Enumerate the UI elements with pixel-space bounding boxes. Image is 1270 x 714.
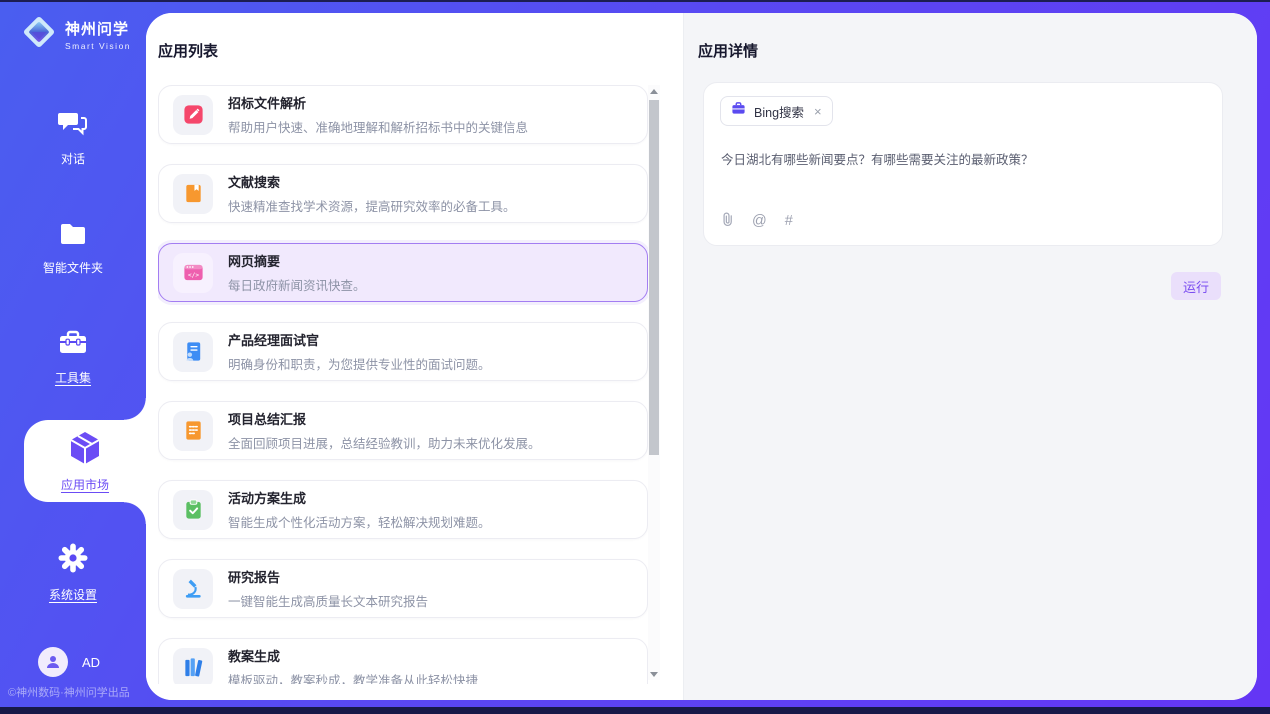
briefcase-icon (731, 101, 746, 121)
app-card-title: 项目总结汇报 (228, 409, 541, 428)
app-card-pm-interviewer[interactable]: 产品经理面试官 明确身份和职责，为您提供专业性的面试问题。 (158, 322, 648, 381)
app-card-literature-search[interactable]: 文献搜索 快速精准查找学术资源，提高研究效率的必备工具。 (158, 164, 648, 223)
diamond-logo-icon (20, 13, 58, 56)
avatar[interactable] (38, 647, 68, 677)
sidebar: 神州问学 Smart Vision 对话 智能文件夹 (0, 0, 146, 714)
sidebar-item-label: 系统设置 (49, 586, 97, 603)
window-top-edge (0, 0, 1270, 2)
app-card-description: 每日政府新闻资讯快查。 (228, 275, 366, 294)
app-card-title: 网页摘要 (228, 251, 366, 270)
app-card-title: 招标文件解析 (228, 93, 528, 112)
svg-text:</>: </> (187, 272, 198, 279)
app-card-project-summary[interactable]: 项目总结汇报 全面回顾项目进展，总结经验教训，助力未来优化发展。 (158, 401, 648, 460)
app-card-description: 明确身份和职责，为您提供专业性的面试问题。 (228, 354, 491, 373)
toolbox-icon (58, 330, 88, 361)
app-card-title: 产品经理面试官 (228, 330, 491, 349)
cube-icon (68, 430, 102, 471)
books-icon (173, 648, 213, 685)
user-initials: AD (82, 655, 100, 670)
tool-tag-bing-search[interactable]: Bing搜索 × (720, 96, 833, 126)
sidebar-item-system-settings[interactable]: 系统设置 (0, 543, 146, 603)
app-card-bid-document-parsing[interactable]: 招标文件解析 帮助用户快速、准确地理解和解析招标书中的关键信息 (158, 85, 648, 144)
chat-icon (58, 110, 88, 142)
sidebar-item-smart-folder[interactable]: 智能文件夹 (0, 222, 146, 276)
brand-title: 神州问学 (65, 18, 131, 39)
prompt-input-card[interactable]: Bing搜索 × 今日湖北有哪些新闻要点？有哪些需要关注的最新政策？ @ # (703, 82, 1223, 246)
sidebar-item-app-market-active[interactable]: 应用市场 (24, 420, 146, 502)
app-card-web-summary-selected[interactable]: </> 网页摘要 每日政府新闻资讯快查。 (158, 243, 648, 302)
app-card-description: 全面回顾项目进展，总结经验教训，助力未来优化发展。 (228, 433, 541, 452)
app-card-lesson-plan[interactable]: 教案生成 模板驱动，教案秒成，教学准备从此轻松快捷 (158, 638, 648, 684)
person-icon (45, 654, 61, 670)
browser-code-icon: </> (173, 253, 213, 293)
edit-document-icon (173, 95, 213, 135)
app-card-title: 研究报告 (228, 567, 428, 586)
folder-icon (59, 222, 87, 251)
app-card-description: 帮助用户快速、准确地理解和解析招标书中的关键信息 (228, 117, 528, 136)
app-card-description: 模板驱动，教案秒成，教学准备从此轻松快捷 (228, 670, 478, 684)
app-card-title: 活动方案生成 (228, 488, 491, 507)
user-account[interactable]: AD (38, 647, 100, 677)
triangle-up-icon (650, 89, 658, 94)
sidebar-item-label: 工具集 (55, 369, 91, 386)
sidebar-item-label: 对话 (61, 150, 85, 167)
prompt-text[interactable]: 今日湖北有哪些新闻要点？有哪些需要关注的最新政策？ (721, 149, 1201, 168)
copyright-text: ©神州数码·神州问学出品 (8, 684, 130, 700)
app-card-description: 快速精准查找学术资源，提高研究效率的必备工具。 (228, 196, 516, 215)
brand-subtitle: Smart Vision (65, 41, 131, 51)
run-button[interactable]: 运行 (1171, 272, 1221, 300)
clipboard-check-icon (173, 490, 213, 530)
app-detail-panel: 应用详情 Bing搜索 × 今日湖北有哪些新闻要点？有哪些需要关注的最新政策？ (683, 13, 1257, 700)
app-list-panel: 应用列表 招标文件解析 帮助用户快速、准确地理解和解析招标书中的关键信息 (146, 13, 683, 700)
app-detail-title: 应用详情 (698, 40, 758, 61)
sidebar-item-label: 智能文件夹 (43, 259, 103, 276)
interviewer-document-icon (173, 332, 213, 372)
main-container: 应用列表 招标文件解析 帮助用户快速、准确地理解和解析招标书中的关键信息 (146, 13, 1257, 700)
sidebar-item-toolset[interactable]: 工具集 (0, 330, 146, 386)
app-card-title: 文献搜索 (228, 172, 516, 191)
attachment-toolbar: @ # (721, 211, 793, 231)
scrollbar-thumb[interactable] (649, 100, 659, 455)
report-document-icon (173, 411, 213, 451)
app-card-description: 智能生成个性化活动方案，轻松解决规划难题。 (228, 512, 491, 531)
gear-icon (58, 543, 88, 578)
hash-icon[interactable]: # (785, 213, 793, 229)
microscope-icon (173, 569, 213, 609)
book-icon (173, 174, 213, 214)
scroll-up-button[interactable] (648, 85, 660, 97)
paperclip-icon[interactable] (721, 211, 734, 231)
brand-logo: 神州问学 Smart Vision (20, 13, 131, 56)
brand-text: 神州问学 Smart Vision (65, 18, 131, 51)
sidebar-item-chat[interactable]: 对话 (0, 110, 146, 167)
app-card-event-plan[interactable]: 活动方案生成 智能生成个性化活动方案，轻松解决规划难题。 (158, 480, 648, 539)
app-card-list: 招标文件解析 帮助用户快速、准确地理解和解析招标书中的关键信息 文献搜索 快速精… (158, 85, 648, 684)
app-card-research-report[interactable]: 研究报告 一键智能生成高质量长文本研究报告 (158, 559, 648, 618)
window-bottom-edge (0, 707, 1270, 714)
scroll-down-button[interactable] (648, 668, 660, 680)
app-list-scrollbar[interactable] (648, 85, 660, 680)
tag-close-icon[interactable]: × (814, 105, 822, 118)
sidebar-item-label: 应用市场 (61, 476, 109, 493)
triangle-down-icon (650, 672, 658, 677)
app-window: 神州问学 Smart Vision 对话 智能文件夹 (0, 0, 1270, 714)
app-list-title: 应用列表 (158, 40, 218, 61)
tool-tag-label: Bing搜索 (754, 102, 804, 121)
mention-icon[interactable]: @ (752, 213, 767, 229)
app-card-title: 教案生成 (228, 646, 478, 665)
app-card-description: 一键智能生成高质量长文本研究报告 (228, 591, 428, 610)
